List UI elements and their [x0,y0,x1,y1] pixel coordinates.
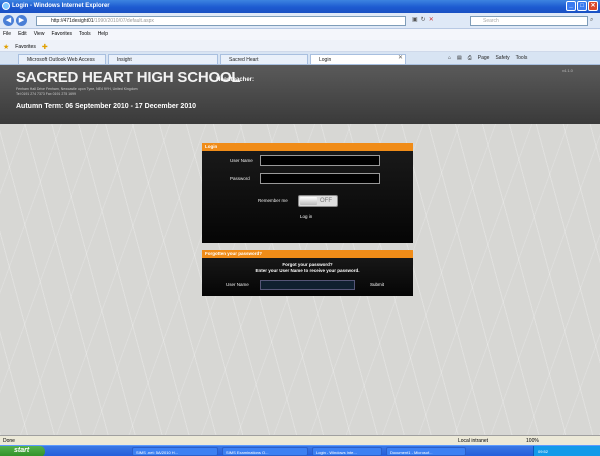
zoom-level[interactable]: 100% [526,438,539,444]
minimize-button[interactable]: _ [566,1,576,11]
refresh-icon[interactable]: ↻ [421,16,426,23]
forgot-username-label: User Name [226,282,249,287]
submit-button[interactable]: Submit [370,282,384,287]
browser-window: Login - Windows Internet Explorer _ □ ✕ … [0,0,600,456]
taskbar: start SIMS .net: 5A/2010 H... SIMS Exami… [0,445,600,456]
maximize-button[interactable]: □ [577,1,587,11]
menu-help[interactable]: Help [98,31,108,40]
login-panel: Login User Name Password Remember me OFF… [202,143,413,243]
forgot-line-2: Enter your User Name to receive your pas… [255,268,360,273]
title-bar: Login - Windows Internet Explorer _ □ ✕ [0,0,600,13]
username-input[interactable] [260,155,380,166]
menu-file[interactable]: File [3,31,11,40]
stop-icon[interactable]: ✕ [429,16,434,23]
clock: 09:52 [538,449,549,454]
status-bar: Done Local intranet 100% [0,435,600,445]
start-button[interactable]: start [0,446,45,456]
school-address: Fenham Hall Drive Fenham, Newcastle upon… [16,87,216,97]
taskbar-item[interactable]: SIMS Examinations O... [222,447,308,456]
login-heading: Login [202,143,413,151]
remember-toggle[interactable]: OFF [298,195,338,207]
tab-sacred-heart[interactable]: Sacred Heart [220,54,308,64]
taskbar-item[interactable]: Document1 - Microsof... [386,447,466,456]
print-icon[interactable]: ⎙ [468,55,472,61]
add-favorite-icon[interactable]: ✚ [42,43,48,51]
address-input[interactable]: http://471desight01/1990/2010/07/default… [36,16,406,26]
toggle-state: OFF [320,198,332,204]
forgot-username-input[interactable] [260,280,355,290]
headteacher-label: Headteacher: [216,77,255,83]
favorites-star-icon[interactable]: ★ [3,43,9,51]
forward-button[interactable]: ▶ [16,15,27,26]
feeds-icon[interactable]: ▤ [457,55,462,61]
forgot-heading: Forgotten your password? [202,250,413,258]
favorites-bar: ★ Favorites ✚ [0,40,600,52]
menu-edit[interactable]: Edit [18,31,27,40]
remember-label: Remember me [258,198,288,203]
username-label: User Name [230,158,253,163]
password-label: Password [230,176,250,181]
back-button[interactable]: ◀ [3,15,14,26]
forgot-panel: Forgotten your password? Forgot your pas… [202,250,413,296]
password-input[interactable] [260,173,380,184]
login-button[interactable]: Log in [300,214,312,219]
compat-icon[interactable]: ▣ [412,16,418,23]
page-menu[interactable]: Page [478,55,490,61]
school-banner: SACRED HEART HIGH SCHOOL Headteacher: Fe… [0,65,600,124]
search-placeholder: Search [483,18,499,24]
tab-bar: Microsoft Outlook Web Access Insight Sac… [0,52,600,65]
page-content: SACRED HEART HIGH SCHOOL Headteacher: Fe… [0,65,600,435]
forgot-message: Forgot your password? Enter your User Na… [202,262,413,274]
school-name: SACRED HEART HIGH SCHOOL [16,69,241,86]
address-bar: ◀ ▶ http://471desight01/1990/2010/07/def… [0,13,600,29]
menu-tools[interactable]: Tools [79,31,91,40]
version-label: v4.1.0 [562,68,573,73]
tab-insight[interactable]: Insight [108,54,218,64]
search-input[interactable]: Search [470,16,588,26]
menu-bar: File Edit View Favorites Tools Help [0,29,600,40]
taskbar-item[interactable]: SIMS .net: 5A/2010 H... [132,447,218,456]
favorites-label[interactable]: Favorites [15,44,36,50]
term-dates: Autumn Term: 06 September 2010 - 17 Dece… [16,103,197,110]
tab-close-icon[interactable]: ✕ [398,54,403,61]
url-path: /1990/2010/07/default.aspx [93,18,154,24]
taskbar-item[interactable]: Login - Windows Inte... [312,447,382,456]
toggle-knob [300,197,317,205]
status-text: Done [3,438,15,444]
search-icon[interactable]: ⌕ [590,17,593,24]
tab-login[interactable]: Login [310,54,406,64]
url-host: http://471desight01 [51,18,94,24]
tab-outlook[interactable]: Microsoft Outlook Web Access [18,54,106,64]
tools-menu[interactable]: Tools [516,55,528,61]
zone-label: Local intranet [458,438,489,444]
address-line-2: Tel 0191 274 7373 Fax 0191 275 1699 [16,92,76,96]
ie-logo-icon [2,2,10,10]
menu-favorites[interactable]: Favorites [51,31,72,40]
system-tray: 09:52 [533,446,600,456]
menu-view[interactable]: View [34,31,45,40]
close-button[interactable]: ✕ [588,1,598,11]
home-icon[interactable]: ⌂ [448,55,451,61]
window-title: Login - Windows Internet Explorer [12,3,110,9]
safety-menu[interactable]: Safety [495,55,509,61]
